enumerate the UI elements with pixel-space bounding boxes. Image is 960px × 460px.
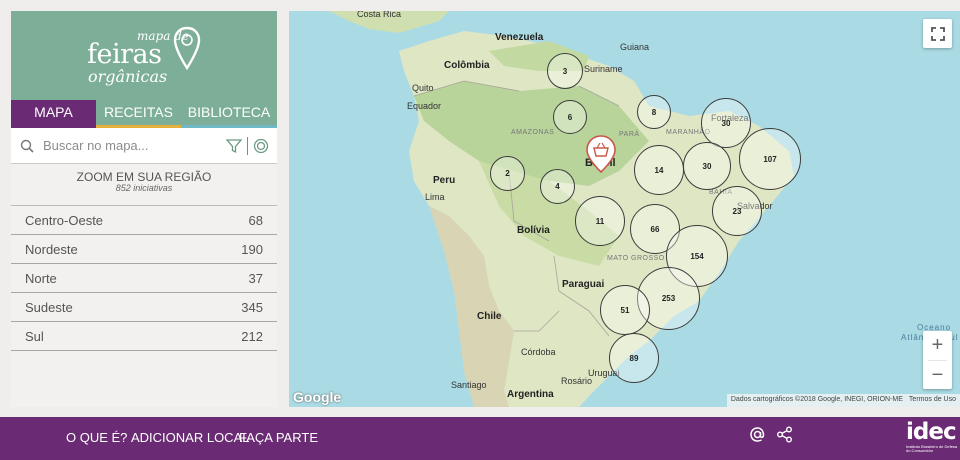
map-view[interactable]: Costa Rica Venezuela Guiana Colômbia Sur… bbox=[289, 11, 960, 407]
map-cluster[interactable]: 2 bbox=[490, 156, 525, 191]
map-label-lima: Lima bbox=[425, 192, 445, 202]
logo-line-3: orgânicas bbox=[88, 67, 168, 86]
fullscreen-icon bbox=[930, 26, 945, 41]
map-cluster[interactable]: 30 bbox=[683, 142, 731, 190]
footer-link-faca-parte[interactable]: FAÇA PARTE bbox=[239, 430, 318, 445]
map-cluster[interactable]: 14 bbox=[634, 145, 684, 195]
terms-link[interactable]: Termos de Uso bbox=[909, 396, 956, 405]
google-logo[interactable]: Google bbox=[293, 389, 341, 405]
map-cluster[interactable]: 23 bbox=[712, 186, 762, 236]
idec-logo-subtitle: Instituto Brasileiro de Defesa do Consum… bbox=[906, 444, 958, 453]
zoom-out-button[interactable]: − bbox=[923, 361, 952, 390]
map-label-amazonas: AMAZONAS bbox=[511, 129, 555, 136]
map-label-quito: Quito bbox=[412, 83, 434, 93]
divider bbox=[247, 136, 248, 155]
map-cluster[interactable]: 11 bbox=[575, 196, 625, 246]
region-count: 68 bbox=[248, 212, 263, 228]
map-cluster[interactable]: 6 bbox=[553, 100, 587, 134]
map-label-bolivia: Bolívia bbox=[517, 225, 550, 236]
region-item-centro-oeste[interactable]: Centro-Oeste 68 bbox=[11, 206, 277, 235]
map-label-para: PARÁ bbox=[619, 131, 640, 138]
footer: O QUE É? ADICIONAR LOCAL FAÇA PARTE idec… bbox=[0, 417, 960, 460]
region-item-norte[interactable]: Norte 37 bbox=[11, 264, 277, 293]
region-item-sul[interactable]: Sul 212 bbox=[11, 322, 277, 351]
region-name: Sudeste bbox=[25, 299, 73, 315]
region-count: 212 bbox=[241, 328, 263, 344]
main-tabs: MAPA RECEITAS BIBLIOTECA bbox=[11, 100, 277, 128]
region-list: Centro-Oeste 68 Nordeste 190 Norte 37 Su… bbox=[11, 205, 277, 351]
map-cluster[interactable]: 89 bbox=[609, 333, 659, 383]
region-name: Norte bbox=[25, 270, 57, 286]
footer-link-adicionar-local[interactable]: ADICIONAR LOCAL bbox=[131, 430, 249, 445]
map-label-colombia: Colômbia bbox=[444, 60, 490, 71]
tab-mapa[interactable]: MAPA bbox=[11, 100, 96, 128]
map-label-argentina: Argentina bbox=[507, 389, 554, 400]
map-label-equador: Equador bbox=[407, 101, 442, 111]
idec-logo-text: idec bbox=[906, 419, 957, 445]
region-count: 345 bbox=[241, 299, 263, 315]
map-label-paraguai: Paraguai bbox=[562, 279, 605, 290]
map-label-cordoba: Córdoba bbox=[521, 347, 556, 357]
region-name: Sul bbox=[25, 328, 44, 344]
region-item-nordeste[interactable]: Nordeste 190 bbox=[11, 235, 277, 264]
fullscreen-button[interactable] bbox=[923, 19, 952, 48]
map-cluster[interactable]: 107 bbox=[739, 128, 801, 190]
region-count: 37 bbox=[248, 270, 263, 286]
footer-link-o-que-e[interactable]: O QUE É? bbox=[66, 430, 127, 445]
map-attribution: Dados cartográficos ©2018 Google, INEGI,… bbox=[726, 394, 960, 407]
region-count: 190 bbox=[241, 241, 263, 257]
email-icon[interactable] bbox=[749, 426, 766, 448]
idec-logo[interactable]: idec Instituto Brasileiro de Defesa do C… bbox=[906, 421, 958, 457]
map-pin-icon bbox=[173, 26, 201, 71]
region-item-sudeste[interactable]: Sudeste 345 bbox=[11, 293, 277, 322]
logo-line-2: feiras bbox=[87, 39, 162, 70]
map-cluster[interactable]: 8 bbox=[637, 95, 671, 129]
region-name: Centro-Oeste bbox=[25, 212, 104, 228]
map-label-venezuela: Venezuela bbox=[495, 32, 544, 43]
tab-receitas[interactable]: RECEITAS bbox=[96, 100, 181, 128]
map-label-chile: Chile bbox=[477, 311, 502, 322]
app-root: mapa de feiras orgânicas MAPA RECEITAS B… bbox=[0, 0, 960, 460]
filter-icon[interactable] bbox=[224, 136, 244, 156]
search-bar bbox=[11, 128, 277, 164]
target-icon[interactable] bbox=[251, 136, 271, 156]
zoom-notice-subtitle: 852 iniciativas bbox=[115, 183, 173, 193]
map-label-santiago: Santiago bbox=[451, 380, 487, 390]
region-name: Nordeste bbox=[25, 241, 78, 257]
sidebar: mapa de feiras orgânicas MAPA RECEITAS B… bbox=[11, 11, 277, 407]
map-label-peru: Peru bbox=[433, 175, 456, 186]
map-label-costa-rica: Costa Rica bbox=[357, 11, 402, 19]
map-cluster[interactable]: 3 bbox=[547, 53, 583, 89]
attribution-text: Dados cartográficos ©2018 Google, INEGI,… bbox=[730, 396, 903, 403]
map-label-guiana: Guiana bbox=[620, 42, 650, 52]
map-label-mato-grosso: MATO GROSSO bbox=[607, 255, 665, 262]
zoom-control: + − bbox=[923, 331, 952, 389]
tab-biblioteca[interactable]: BIBLIOTECA bbox=[181, 100, 277, 128]
share-icon[interactable] bbox=[776, 426, 793, 448]
zoom-notice-title: ZOOM EM SUA REGIÃO bbox=[76, 170, 212, 184]
map-cluster[interactable]: 4 bbox=[540, 169, 575, 204]
zoom-in-button[interactable]: + bbox=[923, 331, 952, 360]
map-label-suriname: Suriname bbox=[584, 64, 623, 74]
map-cluster[interactable]: 51 bbox=[600, 285, 650, 335]
search-icon bbox=[17, 136, 37, 156]
logo[interactable]: mapa de feiras orgânicas bbox=[11, 11, 277, 100]
basket-pin-icon[interactable] bbox=[586, 135, 616, 173]
search-input[interactable] bbox=[37, 138, 224, 153]
